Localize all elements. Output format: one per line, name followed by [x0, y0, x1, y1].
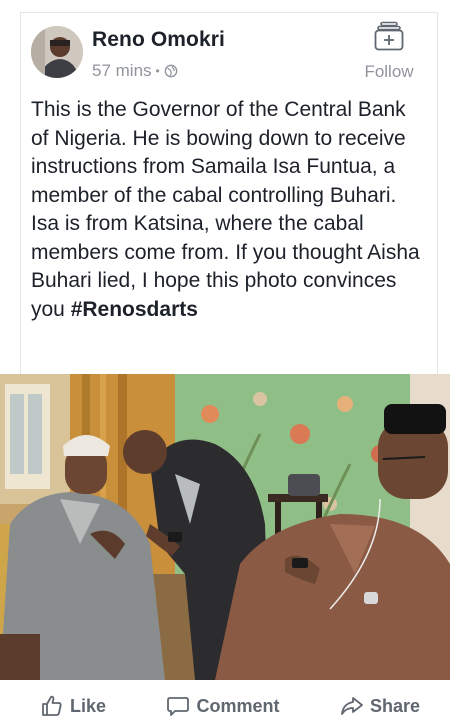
hashtag-link[interactable]: #Renosdarts [71, 298, 198, 321]
globe-icon [164, 64, 178, 78]
comment-icon [167, 697, 190, 716]
meta-separator: • [155, 64, 160, 78]
share-button[interactable]: Share [340, 694, 420, 718]
post-photo-image [0, 374, 450, 680]
share-label: Share [369, 695, 420, 716]
post-meta: 57 mins • [92, 61, 178, 81]
post-text: This is the Governor of the Central Bank… [31, 96, 429, 324]
follow-label: Follow [364, 62, 414, 81]
comment-label: Comment [196, 695, 280, 716]
like-label: Like [70, 695, 107, 716]
author-avatar[interactable] [31, 26, 83, 78]
post-actions-bar: Like Comment Share [0, 692, 450, 720]
facebook-post-screen: Reno Omokri 57 mins • Follow This is the… [0, 0, 450, 720]
share-icon [341, 697, 363, 715]
follow-plus-icon [374, 21, 404, 51]
avatar-image [31, 26, 83, 78]
post-body: This is the Governor of the Central Bank… [31, 98, 420, 321]
post-card: Reno Omokri 57 mins • Follow This is the… [20, 12, 438, 374]
like-button[interactable]: Like [40, 694, 106, 718]
thumbs-up-icon [42, 695, 62, 716]
post-time[interactable]: 57 mins [92, 61, 152, 81]
comment-button[interactable]: Comment [166, 694, 280, 718]
post-photo[interactable] [0, 374, 450, 680]
author-name[interactable]: Reno Omokri [92, 28, 225, 52]
follow-button[interactable]: Follow [359, 19, 419, 91]
